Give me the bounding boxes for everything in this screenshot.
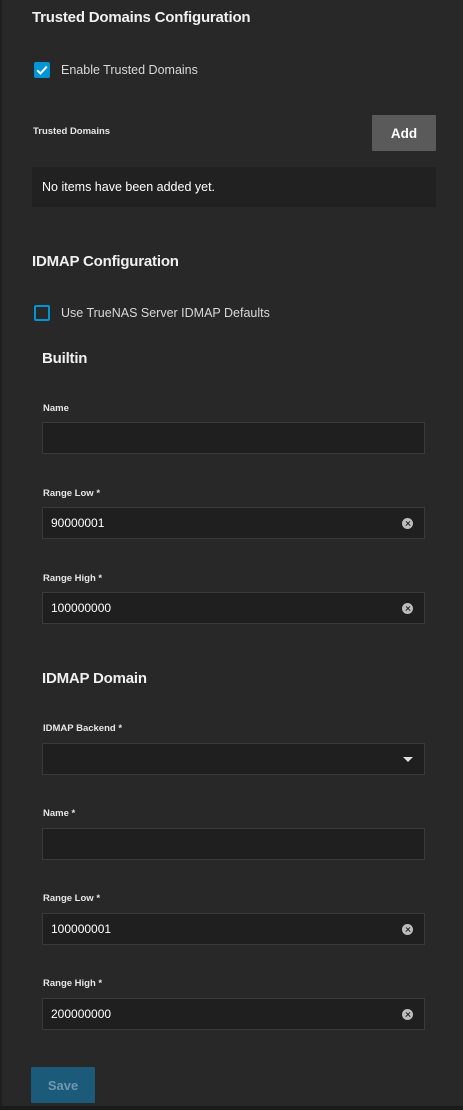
required-marker: *	[71, 808, 76, 819]
clear-circle-icon[interactable]	[402, 517, 413, 529]
clear-circle-icon[interactable]	[402, 923, 413, 935]
enable-trusted-domains-label: Enable Trusted Domains	[61, 63, 198, 77]
domain-name-label-text: Name	[43, 808, 69, 819]
left-divider	[0, 0, 2, 1110]
builtin-range-high-input[interactable]: 100000000	[42, 592, 425, 624]
idmap-domain-heading: IDMAP Domain	[42, 670, 147, 687]
domain-range-high-label-text: Range High	[43, 978, 96, 989]
domain-name-input[interactable]	[42, 828, 425, 860]
trusted-domains-empty-list: No items have been added yet.	[32, 167, 436, 207]
builtin-range-high-label: Range High *	[43, 573, 102, 584]
domain-name-label: Name *	[43, 808, 75, 819]
builtin-range-low-label-text: Range Low	[43, 488, 94, 499]
builtin-range-low-input[interactable]: 90000001	[42, 507, 425, 539]
required-marker: *	[96, 488, 101, 499]
domain-range-high-input[interactable]: 200000000	[42, 998, 425, 1030]
clear-circle-icon[interactable]	[402, 1008, 413, 1020]
required-marker: *	[98, 978, 103, 989]
builtin-name-label: Name	[43, 403, 69, 414]
check-icon	[36, 65, 48, 75]
domain-range-high-label: Range High *	[43, 978, 102, 989]
save-button[interactable]: Save	[31, 1067, 95, 1103]
builtin-range-low-value: 90000001	[51, 516, 105, 530]
builtin-range-high-label-text: Range High	[43, 573, 96, 584]
use-idmap-defaults-checkbox[interactable]	[34, 305, 50, 321]
domain-range-low-input[interactable]: 100000001	[42, 913, 425, 945]
idmap-backend-label: IDMAP Backend *	[43, 723, 122, 734]
clear-circle-icon[interactable]	[402, 602, 413, 614]
trusted-domains-list-label: Trusted Domains	[33, 126, 111, 137]
domain-range-low-label-text: Range Low	[43, 893, 94, 904]
required-marker: *	[118, 723, 123, 734]
add-trusted-domain-button[interactable]: Add	[372, 115, 436, 151]
builtin-range-high-value: 100000000	[51, 601, 112, 615]
domain-range-low-value: 100000001	[51, 922, 112, 936]
empty-list-message: No items have been added yet.	[42, 180, 216, 194]
idmap-configuration-heading: IDMAP Configuration	[32, 253, 179, 270]
builtin-name-input[interactable]	[42, 422, 425, 454]
idmap-backend-label-text: IDMAP Backend	[43, 723, 116, 734]
enable-trusted-domains-checkbox[interactable]	[34, 62, 50, 78]
bottom-divider	[0, 1106, 463, 1110]
caret-down-icon[interactable]	[403, 756, 413, 762]
domain-range-low-label: Range Low *	[43, 893, 100, 904]
use-idmap-defaults-label: Use TrueNAS Server IDMAP Defaults	[61, 306, 270, 320]
active-directory-form: Trusted Domains Configuration Enable Tru…	[0, 0, 463, 1110]
domain-range-high-value: 200000000	[51, 1007, 112, 1021]
trusted-domains-heading: Trusted Domains Configuration	[32, 9, 251, 26]
builtin-range-low-label: Range Low *	[43, 488, 100, 499]
builtin-heading: Builtin	[42, 350, 88, 367]
required-marker: *	[96, 893, 101, 904]
idmap-backend-select[interactable]	[42, 743, 425, 775]
required-marker: *	[98, 573, 103, 584]
